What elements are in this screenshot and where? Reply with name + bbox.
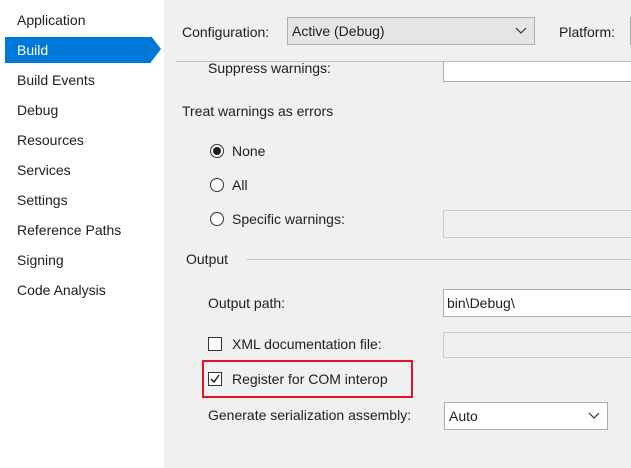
- chevron-down-icon: [588, 412, 600, 419]
- treat-warnings-heading: Treat warnings as errors: [182, 103, 334, 119]
- sidebar-item-build[interactable]: Build: [5, 37, 151, 63]
- com-interop-label[interactable]: Register for COM interop: [232, 370, 388, 388]
- build-settings-panel: Suppress warnings: Treat warnings as err…: [164, 0, 631, 468]
- serialization-assembly-dropdown[interactable]: Auto: [444, 402, 608, 430]
- chevron-down-icon: [515, 27, 527, 34]
- com-interop-checkbox[interactable]: [208, 372, 222, 386]
- sidebar-item-services[interactable]: Services: [5, 157, 151, 183]
- xml-doc-path-input: [443, 332, 631, 358]
- specific-warnings-input: [443, 210, 631, 238]
- warnings-none-radio[interactable]: [210, 144, 224, 158]
- sidebar-item-code-analysis[interactable]: Code Analysis: [5, 277, 151, 303]
- warnings-none-label[interactable]: None: [232, 142, 265, 160]
- warnings-all-label[interactable]: All: [232, 176, 248, 194]
- warnings-specific-radio[interactable]: [210, 212, 224, 226]
- warnings-specific-label[interactable]: Specific warnings:: [232, 210, 345, 228]
- configuration-dropdown[interactable]: Active (Debug): [287, 17, 535, 45]
- serialization-assembly-value: Auto: [449, 408, 478, 424]
- output-path-input[interactable]: bin\Debug\: [443, 289, 631, 317]
- configuration-value: Active (Debug): [292, 23, 385, 39]
- configuration-toolbar: Configuration: Active (Debug) Platform:: [164, 0, 631, 62]
- xml-doc-checkbox[interactable]: [208, 337, 222, 351]
- active-item-pointer: [151, 36, 161, 62]
- output-section-heading: Output: [186, 251, 229, 267]
- property-page-sidebar: Application Build Build Events Debug Res…: [0, 0, 164, 468]
- toolbar-separator: [176, 61, 631, 62]
- output-path-label: Output path:: [208, 295, 286, 311]
- sidebar-item-reference-paths[interactable]: Reference Paths: [5, 217, 151, 243]
- sidebar-item-signing[interactable]: Signing: [5, 247, 151, 273]
- sidebar-item-settings[interactable]: Settings: [5, 187, 151, 213]
- sidebar-item-debug[interactable]: Debug: [5, 97, 151, 123]
- sidebar-item-application[interactable]: Application: [5, 7, 151, 33]
- sidebar-item-resources[interactable]: Resources: [5, 127, 151, 153]
- platform-label: Platform:: [559, 24, 616, 40]
- configuration-label: Configuration:: [182, 24, 270, 40]
- serialization-assembly-label: Generate serialization assembly:: [208, 407, 412, 423]
- warnings-all-radio[interactable]: [210, 178, 224, 192]
- xml-doc-label[interactable]: XML documentation file:: [232, 335, 382, 353]
- sidebar-item-build-events[interactable]: Build Events: [5, 67, 151, 93]
- checkmark-icon: [210, 374, 220, 384]
- output-section-divider: [246, 259, 631, 260]
